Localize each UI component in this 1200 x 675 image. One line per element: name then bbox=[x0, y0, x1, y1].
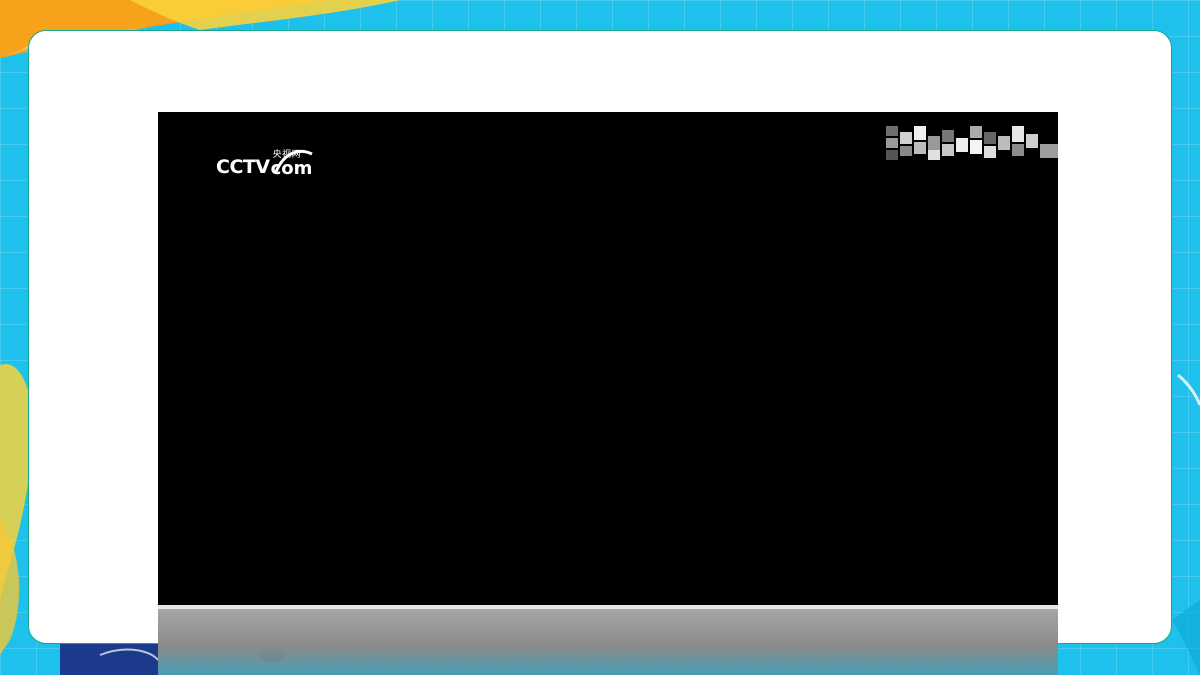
right-curve-line bbox=[1177, 373, 1200, 406]
right-wave-shape bbox=[1172, 600, 1200, 675]
cctv-swoosh-icon bbox=[274, 149, 313, 173]
cctv-logo-text: CCTV bbox=[216, 156, 270, 178]
yellow-swoosh-shape bbox=[130, 0, 400, 30]
video-control-bar[interactable] bbox=[158, 609, 1058, 675]
pixelated-watermark-icon bbox=[886, 126, 1058, 160]
cctv-logo: CCTV 央视网 com bbox=[216, 149, 313, 178]
video-player[interactable]: CCTV 央视网 com bbox=[158, 112, 1058, 605]
